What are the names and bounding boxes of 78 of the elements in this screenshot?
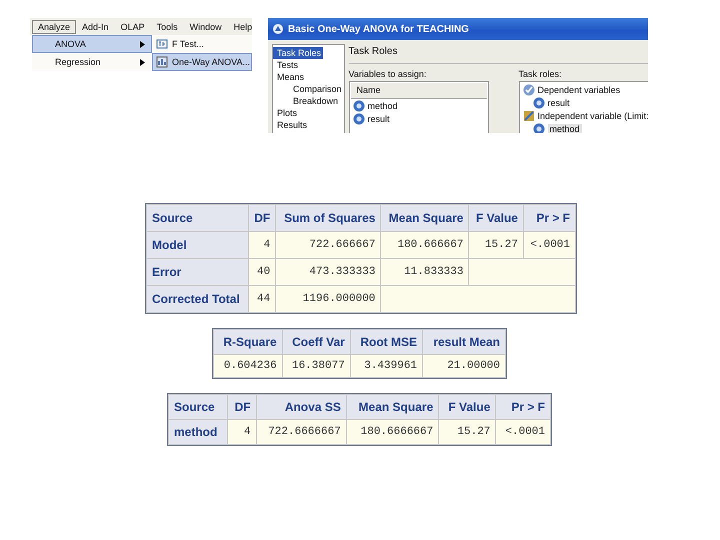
variable-item[interactable]: result — [548, 98, 570, 108]
menu-item[interactable]: Regression — [32, 53, 152, 71]
table-cell: 16.38077 — [282, 355, 350, 377]
menu-item[interactable]: F Test... — [152, 35, 252, 53]
table-cell: 0.604236 — [214, 355, 282, 377]
app-icon — [272, 23, 284, 35]
variable-icon — [532, 122, 545, 133]
table-cell: 4 — [228, 420, 256, 444]
menu-item[interactable]: ANOVA — [32, 35, 152, 53]
column-header: Anova SS — [256, 395, 346, 419]
column-header: Root MSE — [350, 330, 422, 354]
f-test-icon — [156, 38, 168, 50]
table-cell: 11.833333 — [381, 259, 468, 285]
menu-bar-item[interactable]: OLAP — [114, 20, 151, 34]
column-header: Mean Square — [346, 395, 438, 419]
table-cell: <.0001 — [524, 232, 575, 258]
nav-item[interactable]: Means — [273, 72, 306, 82]
table-cell: 722.666667 — [276, 232, 380, 258]
row-header: Error — [147, 259, 248, 285]
variable-item[interactable]: method — [368, 100, 398, 110]
variable-item[interactable]: result — [368, 114, 390, 124]
variable-item[interactable]: method — [548, 124, 582, 133]
column-header[interactable]: Name — [350, 83, 487, 99]
table-cell: 40 — [248, 259, 276, 285]
column-header: R-Square — [214, 330, 282, 354]
column-header: Pr > F — [496, 395, 550, 419]
section-heading: Task Roles — [348, 44, 648, 64]
role-label[interactable]: Independent variable (Limit: — [538, 110, 648, 120]
table-cell: 180.666667 — [381, 232, 468, 258]
column-header: DF — [228, 395, 256, 419]
nav-item[interactable]: Plots — [273, 108, 300, 118]
table-cell: 180.6666667 — [346, 420, 438, 444]
table-cell: 21.00000 — [423, 355, 505, 377]
column-header: result Mean — [423, 330, 505, 354]
role-label[interactable]: Dependent variables — [538, 84, 620, 94]
table-cell: 1196.000000 — [276, 286, 380, 312]
table-cell: 44 — [248, 286, 276, 312]
column-header: Source — [147, 205, 248, 231]
field-label: Variables to assign: — [348, 69, 428, 79]
nav-item[interactable]: Task Roles — [273, 47, 324, 59]
nav-item[interactable]: Comparison — [273, 84, 344, 94]
menu-bar-item[interactable]: Tools — [150, 20, 184, 34]
column-header: Source — [169, 395, 227, 419]
table-cell: 4 — [248, 232, 276, 258]
table-cell: <.0001 — [496, 420, 550, 444]
menu-bar-item[interactable]: Window — [184, 20, 228, 34]
column-header: Coeff Var — [282, 330, 350, 354]
nav-item[interactable]: Results — [273, 120, 310, 130]
table-cell: 3.439961 — [350, 355, 422, 377]
table-cell: 15.27 — [439, 420, 496, 444]
role-icon — [522, 110, 535, 122]
nav-item[interactable]: Tests — [273, 60, 300, 70]
nav-item[interactable]: Breakdown — [273, 96, 340, 106]
menu-bar-item[interactable]: Add-In — [76, 20, 115, 34]
column-header: Mean Square — [381, 205, 468, 231]
submenu-arrow-icon — [140, 58, 145, 66]
window-title: Basic One-Way ANOVA for TEACHING — [288, 24, 469, 34]
row-header: method — [169, 420, 227, 444]
chart-icon — [156, 56, 168, 68]
table-cell: 722.6666667 — [256, 420, 346, 444]
column-header: F Value — [469, 205, 523, 231]
table-cell: 473.333333 — [276, 259, 380, 285]
submenu-arrow-icon — [140, 40, 145, 48]
variable-icon — [352, 112, 365, 124]
column-header: DF — [248, 205, 276, 231]
variable-icon — [532, 96, 545, 108]
menu-item[interactable]: One-Way ANOVA... — [152, 53, 252, 71]
row-header: Corrected Total — [147, 286, 248, 312]
field-label: Task roles: — [518, 69, 563, 79]
row-header: Model — [147, 232, 248, 258]
column-header: Sum of Squares — [276, 205, 380, 231]
menu-bar-item[interactable]: Analyze — [32, 20, 76, 34]
column-header: F Value — [439, 395, 496, 419]
variable-icon — [352, 100, 365, 112]
column-header: Pr > F — [524, 205, 575, 231]
check-icon — [522, 84, 535, 96]
menu-bar-item[interactable]: Help — [228, 20, 258, 34]
table-cell: 15.27 — [469, 232, 523, 258]
